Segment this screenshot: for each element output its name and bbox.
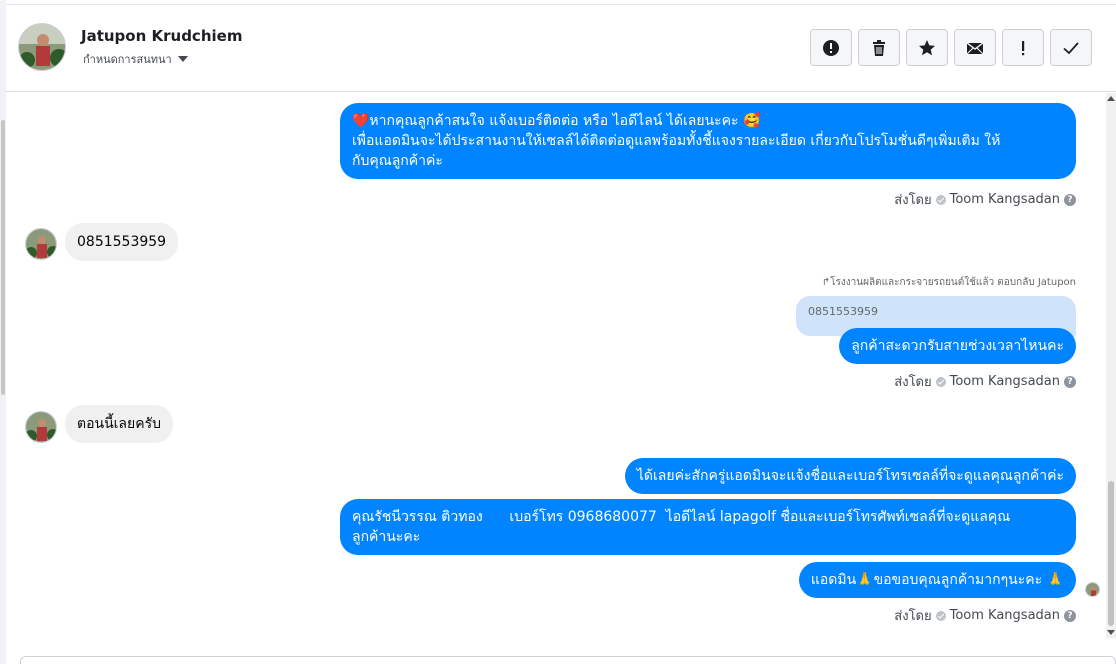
message-text: ได้เลยค่ะสักครู่แอดมินจะแจ้งชื่อและเบอร์…	[636, 468, 1064, 484]
star-button[interactable]	[906, 29, 948, 66]
message-composer[interactable]	[20, 656, 1116, 664]
message-text: กับคุณลูกค้าค่ะ	[352, 153, 443, 169]
delete-button[interactable]	[858, 29, 900, 66]
message-text: แอดมิน🙏ขอขอบคุณลูกค้ามากๆนะคะ 🙏	[810, 572, 1064, 588]
sent-by-label: ส่งโดย	[894, 193, 932, 208]
sender-name[interactable]: Toom Kangsadan	[950, 374, 1060, 389]
sent-by-info: ส่งโดย Toom Kangsadan ?	[894, 189, 1076, 210]
outgoing-message[interactable]: แอดมิน🙏ขอขอบคุณลูกค้ามากๆนะคะ 🙏	[798, 562, 1076, 598]
mark-spam-button[interactable]	[810, 29, 852, 66]
verified-check-icon	[935, 194, 946, 205]
contact-name[interactable]: Jatupon Krudchiem	[81, 27, 242, 45]
verified-check-icon	[935, 376, 946, 387]
outgoing-message[interactable]: ได้เลยค่ะสักครู่แอดมินจะแจ้งชื่อและเบอร์…	[624, 458, 1076, 494]
follow-up-button[interactable]	[1002, 29, 1044, 66]
message-text: เพื่อแอดมินจะได้ประสานงานให้เซลล์ได้ติดต…	[352, 133, 1001, 149]
message-text: ลูกค้าสะดวกรับสายช่วงเวลาไหนคะ	[851, 338, 1064, 354]
conversation-label-dropdown[interactable]: กำหนดการสนทนา	[83, 50, 188, 68]
message-text: ตอนนี้เลยครับ	[77, 416, 161, 432]
exclamation-icon	[1022, 40, 1025, 55]
help-icon[interactable]: ?	[1064, 193, 1076, 206]
alert-circle-icon	[823, 39, 839, 56]
help-icon[interactable]: ?	[1064, 609, 1076, 622]
reply-context-note: ↱โรงงานผลิตและกระจายรถยนต์ใช้แล้ว ตอบกลั…	[821, 277, 1076, 288]
message-text: 0851553959	[77, 234, 167, 250]
scroll-up-arrow-icon[interactable]	[1107, 96, 1115, 101]
scroll-down-arrow-icon[interactable]	[1107, 630, 1115, 635]
trash-icon	[873, 39, 885, 56]
incoming-message[interactable]: 0851553959	[65, 223, 179, 261]
header-actions	[810, 29, 1092, 66]
sent-by-label: ส่งโดย	[894, 375, 932, 390]
sent-by-label: ส่งโดย	[894, 609, 932, 624]
quoted-text: 0851553959	[808, 305, 878, 318]
sender-name[interactable]: Toom Kangsadan	[950, 608, 1060, 623]
envelope-icon	[966, 41, 984, 54]
check-icon	[1063, 41, 1079, 54]
mark-unread-button[interactable]	[954, 29, 996, 66]
sender-name[interactable]: Toom Kangsadan	[950, 192, 1060, 207]
message-text: ❤️หากคุณลูกค้าสนใจ แจ้งเบอร์ติดต่อ หรือ …	[352, 113, 761, 129]
mark-done-button[interactable]	[1050, 29, 1092, 66]
sent-by-info: ส่งโดย Toom Kangsadan ?	[894, 605, 1076, 626]
conversation-header: Jatupon Krudchiem กำหนดการสนทนา	[6, 4, 1116, 92]
conversation-label-text: กำหนดการสนทนา	[83, 53, 172, 66]
sent-by-info: ส่งโดย Toom Kangsadan ?	[894, 371, 1076, 392]
outgoing-message[interactable]: คุณรัชนีวรรณ ติวทอง เบอร์โทร 0968680077 …	[340, 499, 1076, 555]
caret-down-icon	[177, 56, 188, 62]
contact-avatar[interactable]	[18, 23, 66, 71]
outgoing-message[interactable]: ลูกค้าสะดวกรับสายช่วงเวลาไหนคะ	[839, 328, 1076, 364]
contact-avatar-small[interactable]	[25, 228, 57, 260]
thread-scrollbar[interactable]	[1106, 93, 1116, 638]
contact-avatar-small[interactable]	[25, 411, 57, 443]
seen-avatar	[1085, 582, 1100, 597]
verified-check-icon	[935, 610, 946, 621]
outgoing-message[interactable]: ❤️หากคุณลูกค้าสนใจ แจ้งเบอร์ติดต่อ หรือ …	[340, 103, 1076, 179]
message-text: คุณรัชนีวรรณ ติวทอง เบอร์โทร 0968680077 …	[352, 509, 1011, 525]
scrollbar-thumb[interactable]	[1, 120, 5, 395]
message-text: ลูกค้านะคะ	[352, 529, 421, 545]
incoming-message[interactable]: ตอนนี้เลยครับ	[65, 405, 173, 443]
scrollbar-thumb[interactable]	[1108, 481, 1114, 626]
message-thread: ❤️หากคุณลูกค้าสนใจ แจ้งเบอร์ติดต่อ หรือ …	[6, 93, 1106, 653]
star-icon	[919, 39, 935, 55]
help-icon[interactable]: ?	[1064, 375, 1076, 388]
